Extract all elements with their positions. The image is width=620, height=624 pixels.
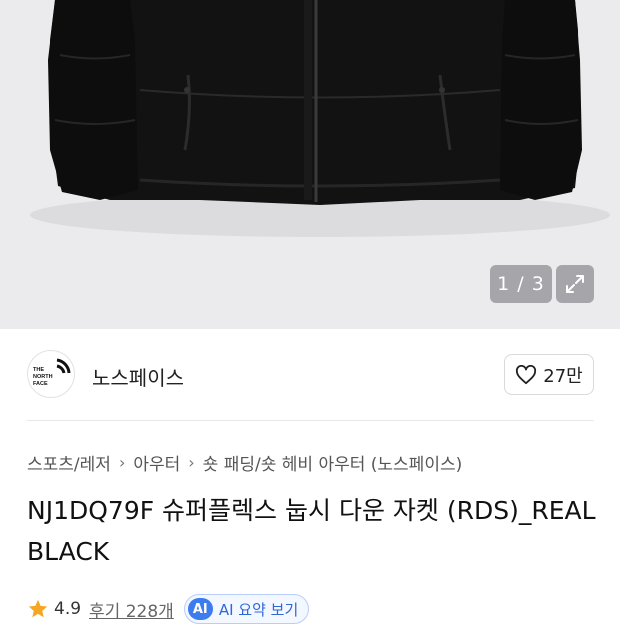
like-button[interactable]: 27만 (504, 354, 594, 395)
star-icon (28, 599, 48, 618)
image-counter: 1 / 3 (490, 265, 552, 303)
breadcrumb-item[interactable]: 아우터 (133, 450, 180, 475)
chevron-right-icon: › (118, 453, 126, 472)
brand-name[interactable]: 노스페이스 (92, 362, 184, 391)
expand-icon (566, 275, 584, 293)
breadcrumb-item[interactable]: 숏 패딩/숏 헤비 아우터 (노스페이스) (203, 450, 463, 475)
brand-row: THE NORTH FACE 노스페이스 27만 (0, 329, 620, 421)
chevron-right-icon: › (188, 453, 195, 472)
product-image[interactable]: 1 / 3 (0, 0, 620, 329)
ai-summary-label: AI 요약 보기 (218, 600, 299, 619)
svg-text:THE: THE (33, 367, 44, 373)
brand-logo[interactable]: THE NORTH FACE (27, 350, 75, 398)
like-count: 27만 (543, 365, 583, 387)
divider (27, 420, 594, 421)
svg-text:NORTH: NORTH (33, 374, 53, 380)
review-count-link[interactable]: 후기 228개 (89, 597, 174, 622)
svg-text:FACE: FACE (33, 381, 48, 387)
expand-image-button[interactable] (556, 265, 594, 303)
rating-value: 4.9 (54, 599, 82, 619)
product-title: NJ1DQ79F 슈퍼플렉스 눕시 다운 자켓 (RDS)_REAL BLACK (27, 496, 596, 566)
north-face-logo-icon: THE NORTH FACE (33, 358, 71, 387)
ai-badge-icon: AI (187, 598, 213, 620)
breadcrumb-item[interactable]: 스포츠/레저 (27, 450, 111, 475)
breadcrumb: 스포츠/레저 › 아우터 › 숏 패딩/숏 헤비 아우터 (노스페이스) (27, 450, 462, 475)
heart-icon (516, 364, 537, 384)
